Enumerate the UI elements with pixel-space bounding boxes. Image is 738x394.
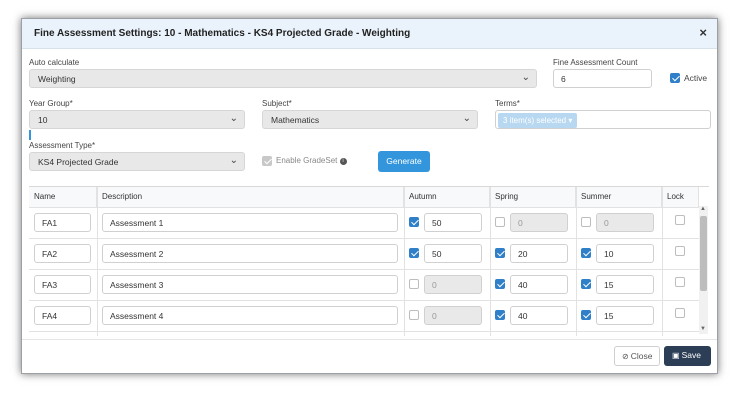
terms-multiselect[interactable]: 3 item(s) selected ▾ — [495, 110, 711, 129]
scroll-thumb[interactable] — [700, 216, 707, 291]
name-input[interactable]: FA3 — [34, 275, 91, 294]
year-group-select[interactable]: 10 ⌄ — [29, 110, 245, 129]
table-row: FA4 Assessment 4 0 40 15 — [29, 300, 699, 331]
name-input[interactable]: FA4 — [34, 306, 91, 325]
enable-gradeset-label: Enable GradeSet i — [276, 156, 347, 165]
terms-selected-tag[interactable]: 3 item(s) selected ▾ — [498, 113, 578, 128]
terms-label: Terms* — [495, 99, 520, 108]
table-row: FA2 Assessment 2 50 20 10 — [29, 238, 699, 269]
active-label: Active — [684, 73, 708, 83]
spring-checkbox[interactable] — [495, 279, 505, 289]
subject-value: Mathematics — [271, 115, 320, 125]
save-button[interactable]: ▣ Save — [664, 346, 711, 366]
table-scrollbar[interactable]: ▲ ▼ — [699, 206, 708, 334]
column-header-name: Name — [29, 187, 97, 207]
info-circle-icon: i — [339, 158, 347, 165]
auto-calculate-label: Auto calculate — [29, 58, 80, 67]
chevron-down-icon: ⌄ — [462, 113, 471, 124]
spring-weight-input[interactable]: 20 — [510, 244, 568, 263]
column-header-lock: Lock — [662, 187, 699, 207]
close-button[interactable]: ⊘ Close — [614, 346, 660, 366]
table-row — [29, 331, 699, 336]
autumn-checkbox[interactable] — [409, 310, 419, 320]
spring-weight-input[interactable]: 0 — [510, 213, 568, 232]
enable-gradeset-checkbox[interactable] — [262, 156, 272, 166]
autumn-checkbox[interactable] — [409, 279, 419, 289]
fine-assessment-count-input[interactable]: 6 — [553, 69, 652, 88]
autumn-checkbox[interactable] — [409, 217, 419, 227]
summer-weight-input[interactable]: 15 — [596, 306, 654, 325]
description-input[interactable]: Assessment 4 — [102, 306, 398, 325]
description-input[interactable]: Assessment 3 — [102, 275, 398, 294]
summer-checkbox[interactable] — [581, 248, 591, 258]
summer-weight-input[interactable]: 0 — [596, 213, 654, 232]
spring-checkbox[interactable] — [495, 248, 505, 258]
fine-assessment-settings-dialog: Fine Assessment Settings: 10 - Mathemati… — [21, 18, 718, 374]
lock-checkbox[interactable] — [675, 308, 685, 318]
autumn-weight-input[interactable]: 0 — [424, 306, 482, 325]
spring-weight-input[interactable]: 40 — [510, 275, 568, 294]
close-icon[interactable]: × — [699, 25, 707, 40]
summer-checkbox[interactable] — [581, 217, 591, 227]
lock-checkbox[interactable] — [675, 246, 685, 256]
summer-checkbox[interactable] — [581, 310, 591, 320]
year-group-value: 10 — [38, 115, 48, 125]
autumn-weight-input[interactable]: 50 — [424, 213, 482, 232]
scroll-up-icon[interactable]: ▲ — [700, 206, 706, 212]
chevron-down-icon: ⌄ — [521, 72, 530, 83]
summer-checkbox[interactable] — [581, 279, 591, 289]
summer-weight-input[interactable]: 10 — [596, 244, 654, 263]
spring-checkbox[interactable] — [495, 217, 505, 227]
column-header-autumn: Autumn — [404, 187, 490, 207]
ban-icon: ⊘ — [622, 352, 629, 361]
chevron-down-icon: ⌄ — [229, 155, 238, 166]
scroll-down-icon[interactable]: ▼ — [700, 326, 706, 332]
subject-label: Subject* — [262, 99, 292, 108]
column-header-summer: Summer — [576, 187, 662, 207]
column-header-description: Description — [97, 187, 404, 207]
table-row: FA3 Assessment 3 0 40 15 — [29, 269, 699, 300]
assessment-type-value: KS4 Projected Grade — [38, 157, 119, 167]
fine-assessment-table: Name Description Autumn Spring Summer Lo… — [29, 186, 709, 336]
assessment-type-select[interactable]: KS4 Projected Grade ⌄ — [29, 152, 245, 171]
caret-down-icon: ▾ — [568, 116, 573, 125]
description-input[interactable]: Assessment 2 — [102, 244, 398, 263]
active-checkbox[interactable] — [670, 73, 680, 83]
table-row: FA1 Assessment 1 50 0 0 — [29, 207, 699, 238]
description-input[interactable]: Assessment 1 — [102, 213, 398, 232]
lock-checkbox[interactable] — [675, 277, 685, 287]
year-group-label: Year Group* — [29, 99, 73, 108]
name-input[interactable]: FA2 — [34, 244, 91, 263]
subject-select[interactable]: Mathematics ⌄ — [262, 110, 478, 129]
chevron-down-icon: ⌄ — [229, 113, 238, 124]
autumn-checkbox[interactable] — [409, 248, 419, 258]
lock-checkbox[interactable] — [675, 215, 685, 225]
name-input[interactable]: FA1 — [34, 213, 91, 232]
autumn-weight-input[interactable]: 50 — [424, 244, 482, 263]
auto-calculate-select[interactable]: Weighting ⌄ — [29, 69, 537, 88]
floppy-disk-icon: ▣ — [672, 351, 680, 360]
auto-calculate-value: Weighting — [38, 74, 76, 84]
dialog-footer-divider — [22, 339, 717, 340]
generate-button[interactable]: Generate — [378, 151, 430, 172]
assessment-type-label: Assessment Type* — [29, 141, 96, 150]
dialog-title: Fine Assessment Settings: 10 - Mathemati… — [34, 28, 411, 39]
autumn-weight-input[interactable]: 0 — [424, 275, 482, 294]
focus-indicator — [29, 130, 31, 140]
column-header-spring: Spring — [490, 187, 576, 207]
spring-checkbox[interactable] — [495, 310, 505, 320]
dialog-header: Fine Assessment Settings: 10 - Mathemati… — [22, 19, 717, 49]
spring-weight-input[interactable]: 40 — [510, 306, 568, 325]
summer-weight-input[interactable]: 15 — [596, 275, 654, 294]
fine-assessment-count-label: Fine Assessment Count — [553, 58, 638, 67]
